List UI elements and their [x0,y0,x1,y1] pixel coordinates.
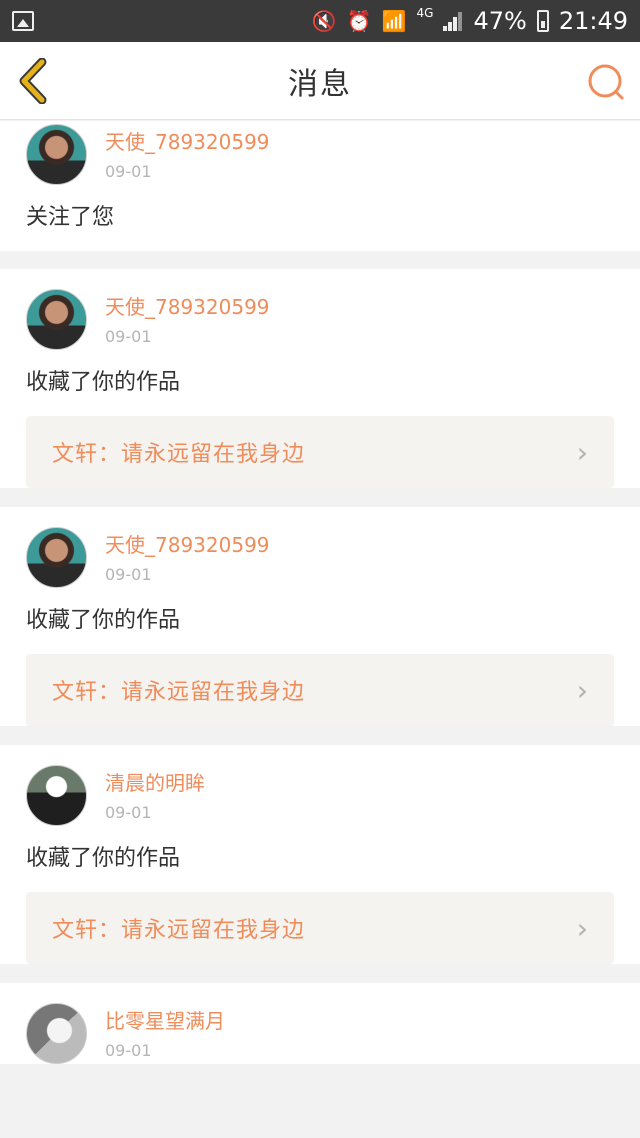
work-title: 文轩：请永远留在我身边 [52,680,306,705]
signal-icon [443,11,463,31]
page-title: 消息 [288,66,352,102]
notification-action: 收藏了你的作品 [26,608,181,633]
app-header: 消息 [0,42,640,120]
username[interactable]: 天使_789320599 [105,293,270,321]
mute-icon: 🔇 [311,9,337,33]
notification-date: 09-01 [105,803,152,822]
notification-date: 09-01 [105,327,152,346]
clock: 21:49 [558,7,628,35]
notification-item[interactable]: 天使_789320599 09-01 收藏了你的作品 文轩：请永远留在我身边 › [0,269,640,488]
network-type: 4G [416,6,434,20]
battery-percent: 47% [473,7,527,35]
username[interactable]: 比零星望满月 [105,1007,225,1035]
battery-icon [536,10,549,32]
notification-date: 09-01 [105,565,152,584]
status-bar: 🔇 ⏰ 📶 4G 47% 21:49 [0,0,640,42]
work-link[interactable]: 文轩：请永远留在我身边 › [26,892,614,964]
notification-date: 09-01 [105,1041,152,1060]
wifi-icon: 📶 [381,9,407,33]
work-link[interactable]: 文轩：请永远留在我身边 › [26,416,614,488]
back-icon[interactable] [14,58,54,104]
notification-list: 天使_789320599 09-01 关注了您 天使_789320599 09-… [0,121,640,1064]
notification-date: 09-01 [105,162,152,181]
username[interactable]: 天使_789320599 [105,128,270,156]
work-link[interactable]: 文轩：请永远留在我身边 › [26,654,614,726]
notification-action: 关注了您 [26,205,115,230]
work-title: 文轩：请永远留在我身边 [52,442,306,467]
chevron-right-icon: › [576,911,588,945]
chevron-right-icon: › [576,673,588,707]
notification-action: 收藏了你的作品 [26,846,181,871]
avatar[interactable] [26,124,87,185]
username[interactable]: 天使_789320599 [105,531,270,559]
search-icon[interactable] [586,62,626,102]
notification-action: 收藏了你的作品 [26,370,181,395]
avatar[interactable] [26,765,87,826]
avatar[interactable] [26,527,87,588]
notification-item[interactable]: 天使_789320599 09-01 关注了您 [0,121,640,251]
avatar[interactable] [26,289,87,350]
notification-item[interactable]: 清晨的明眸 09-01 收藏了你的作品 文轩：请永远留在我身边 › [0,745,640,964]
avatar[interactable] [26,1003,87,1064]
image-notification-icon [12,11,34,31]
notification-item[interactable]: 比零星望满月 09-01 [0,983,640,1064]
username[interactable]: 清晨的明眸 [105,769,205,797]
chevron-right-icon: › [576,435,588,469]
notification-item[interactable]: 天使_789320599 09-01 收藏了你的作品 文轩：请永远留在我身边 › [0,507,640,726]
alarm-icon: ⏰ [346,9,372,33]
work-title: 文轩：请永远留在我身边 [52,918,306,943]
